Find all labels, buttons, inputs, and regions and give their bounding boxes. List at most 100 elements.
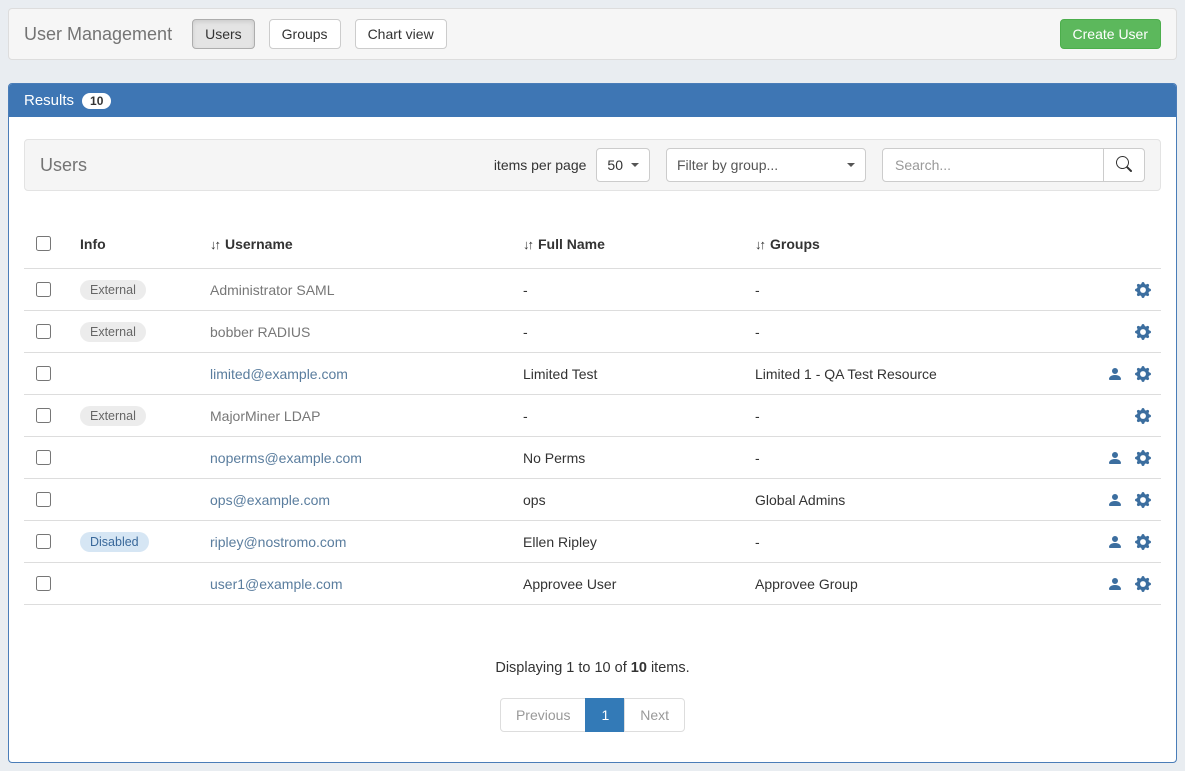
table-row: External bobber RADIUS - - xyxy=(24,311,1161,353)
chevron-down-icon xyxy=(631,163,639,167)
username-cell-text[interactable]: ripley@nostromo.com xyxy=(210,534,346,550)
pagination-page-1[interactable]: 1 xyxy=(585,698,625,732)
info-badge: External xyxy=(80,406,146,426)
row-checkbox[interactable] xyxy=(36,534,51,549)
column-label: Groups xyxy=(770,236,820,252)
gear-icon[interactable] xyxy=(1135,323,1151,340)
users-toolbar: Users items per page 50 Filter by group.… xyxy=(24,139,1161,191)
display-summary-count: 10 xyxy=(631,660,647,676)
table-row: limited@example.com Limited Test Limited… xyxy=(24,353,1161,395)
fullname-cell: No Perms xyxy=(515,437,747,479)
table-body: External Administrator SAML - - External… xyxy=(24,269,1161,605)
row-checkbox[interactable] xyxy=(36,324,51,339)
column-header-fullname[interactable]: ↓↑ Full Name xyxy=(515,219,747,269)
gear-icon[interactable] xyxy=(1135,407,1151,424)
results-panel-body: Users items per page 50 Filter by group.… xyxy=(9,117,1176,762)
results-panel-heading: Results 10 xyxy=(9,84,1176,117)
username-cell-text[interactable]: user1@example.com xyxy=(210,576,343,592)
groups-cell: Limited 1 - QA Test Resource xyxy=(747,353,1027,395)
row-checkbox[interactable] xyxy=(36,366,51,381)
items-per-page-value: 50 xyxy=(607,157,623,173)
search-input[interactable] xyxy=(882,148,1104,182)
pagination: Previous 1 Next xyxy=(500,698,685,732)
groups-cell: Approvee Group xyxy=(747,563,1027,605)
view-tabs: Users Groups Chart view xyxy=(192,19,447,49)
username-cell-text[interactable]: ops@example.com xyxy=(210,492,330,508)
fullname-cell: Limited Test xyxy=(515,353,747,395)
row-checkbox[interactable] xyxy=(36,408,51,423)
gear-icon[interactable] xyxy=(1135,491,1151,508)
user-icon[interactable] xyxy=(1107,491,1123,508)
user-icon[interactable] xyxy=(1107,365,1123,382)
groups-cell: - xyxy=(747,521,1027,563)
items-per-page-label: items per page xyxy=(494,157,587,173)
users-table: Info ↓↑Username ↓↑ Full Name ↓↑Groups Ext… xyxy=(24,219,1161,605)
table-row: External Administrator SAML - - xyxy=(24,269,1161,311)
search-icon xyxy=(1116,156,1132,175)
row-checkbox[interactable] xyxy=(36,492,51,507)
table-row: External MajorMiner LDAP - - xyxy=(24,395,1161,437)
user-icon[interactable] xyxy=(1107,449,1123,466)
username-cell-text[interactable]: noperms@example.com xyxy=(210,450,362,466)
display-summary-suffix: items. xyxy=(647,660,690,676)
table-row: ops@example.com ops Global Admins xyxy=(24,479,1161,521)
items-per-page-select[interactable]: 50 xyxy=(596,148,650,182)
pagination-next[interactable]: Next xyxy=(624,698,685,732)
column-label: Info xyxy=(80,236,106,252)
display-summary: Displaying 1 to 10 of 10 items. xyxy=(24,660,1161,676)
groups-cell: - xyxy=(747,311,1027,353)
groups-cell: - xyxy=(747,437,1027,479)
row-checkbox[interactable] xyxy=(36,450,51,465)
create-user-button[interactable]: Create User xyxy=(1060,19,1161,49)
group-filter-placeholder: Filter by group... xyxy=(677,157,778,173)
results-panel: Results 10 Users items per page 50 Filte… xyxy=(8,83,1177,763)
row-checkbox[interactable] xyxy=(36,576,51,591)
table-row: user1@example.com Approvee User Approvee… xyxy=(24,563,1161,605)
table-header-row: Info ↓↑Username ↓↑ Full Name ↓↑Groups xyxy=(24,219,1161,269)
username-cell-text: bobber RADIUS xyxy=(210,324,310,340)
fullname-cell: ops xyxy=(515,479,747,521)
username-cell-text: MajorMiner LDAP xyxy=(210,408,320,424)
select-all-checkbox[interactable] xyxy=(36,236,51,251)
fullname-cell: Ellen Ripley xyxy=(515,521,747,563)
top-toolbar: User Management Users Groups Chart view … xyxy=(8,8,1177,60)
column-header-groups[interactable]: ↓↑Groups xyxy=(747,219,1027,269)
info-badge: Disabled xyxy=(80,532,149,552)
info-badge: External xyxy=(80,280,146,300)
column-label: Username xyxy=(225,236,293,252)
fullname-cell: - xyxy=(515,395,747,437)
sort-icon: ↓↑ xyxy=(523,237,532,252)
pagination-previous[interactable]: Previous xyxy=(500,698,586,732)
user-icon[interactable] xyxy=(1107,575,1123,592)
gear-icon[interactable] xyxy=(1135,449,1151,466)
info-badge: External xyxy=(80,322,146,342)
column-header-username[interactable]: ↓↑Username xyxy=(202,219,515,269)
tab-chart-view[interactable]: Chart view xyxy=(355,19,447,49)
tab-groups[interactable]: Groups xyxy=(269,19,341,49)
column-header-info: Info xyxy=(72,219,202,269)
groups-cell: - xyxy=(747,269,1027,311)
gear-icon[interactable] xyxy=(1135,533,1151,550)
toolbar-controls: items per page 50 Filter by group... xyxy=(494,148,1145,182)
results-count-badge: 10 xyxy=(82,93,111,109)
username-cell-text[interactable]: limited@example.com xyxy=(210,366,348,382)
search-button[interactable] xyxy=(1103,148,1145,182)
search-group xyxy=(882,148,1145,182)
gear-icon[interactable] xyxy=(1135,281,1151,298)
gear-icon[interactable] xyxy=(1135,365,1151,382)
pagination-wrap: Previous 1 Next xyxy=(24,698,1161,732)
fullname-cell: Approvee User xyxy=(515,563,747,605)
display-summary-prefix: Displaying 1 to 10 of xyxy=(495,660,630,676)
groups-cell: Global Admins xyxy=(747,479,1027,521)
group-filter-select[interactable]: Filter by group... xyxy=(666,148,866,182)
username-cell-text: Administrator SAML xyxy=(210,282,334,298)
table-row: Disabled ripley@nostromo.com Ellen Riple… xyxy=(24,521,1161,563)
users-section-title: Users xyxy=(40,155,87,176)
column-label: Full Name xyxy=(538,236,605,252)
row-checkbox[interactable] xyxy=(36,282,51,297)
user-icon[interactable] xyxy=(1107,533,1123,550)
table-row: noperms@example.com No Perms - xyxy=(24,437,1161,479)
page-title: User Management xyxy=(24,24,172,45)
tab-users[interactable]: Users xyxy=(192,19,255,49)
gear-icon[interactable] xyxy=(1135,575,1151,592)
